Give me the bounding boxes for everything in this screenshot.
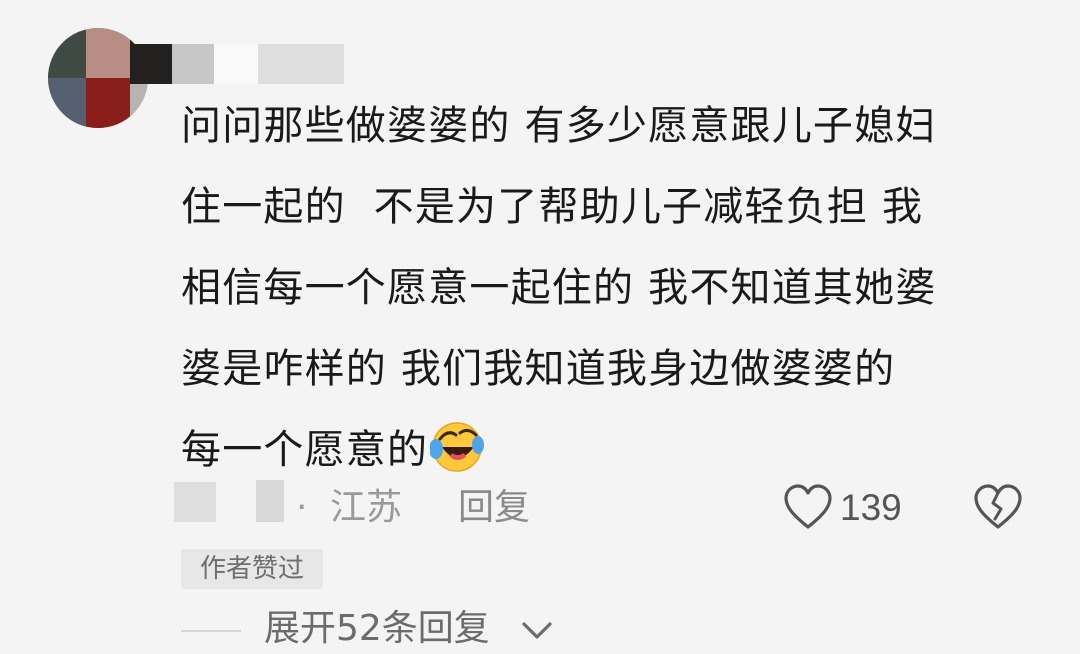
comment-line: 相信每一个愿意一起住的 我不知道其她婆 [181, 265, 937, 311]
heart-outline-icon[interactable] [783, 484, 833, 530]
location-label: 江苏 [330, 487, 403, 528]
author-liked-badge: 作者赞过 [181, 549, 323, 589]
comment-meta-row: · 江苏 回复 [0, 480, 1080, 536]
comment-text: 问问那些做婆婆的 有多少愿意跟儿子媳妇 住一起的 不是为了帮助儿子减轻负担 我 … [181, 86, 1041, 491]
meta-separator: · [296, 487, 308, 528]
comment-line: 问问那些做婆婆的 有多少愿意跟儿子媳妇 [181, 103, 937, 149]
comment-line: 住一起的 不是为了帮助儿子减轻负担 我 [181, 184, 924, 230]
broken-heart-icon[interactable] [973, 484, 1023, 530]
face-with-tears-of-joy-icon [430, 422, 485, 472]
chevron-down-icon[interactable] [520, 620, 554, 642]
comment-line-text: 每一个愿意的 [181, 427, 429, 473]
like-count: 139 [840, 487, 902, 528]
divider [181, 630, 241, 632]
reply-button[interactable]: 回复 [458, 480, 530, 536]
expand-replies-button[interactable]: 展开52条回复 [264, 604, 490, 654]
comment-line: 每一个愿意的 [181, 410, 1041, 491]
comment-line: 婆是咋样的 我们我知道我身边做婆婆的 [181, 346, 896, 392]
